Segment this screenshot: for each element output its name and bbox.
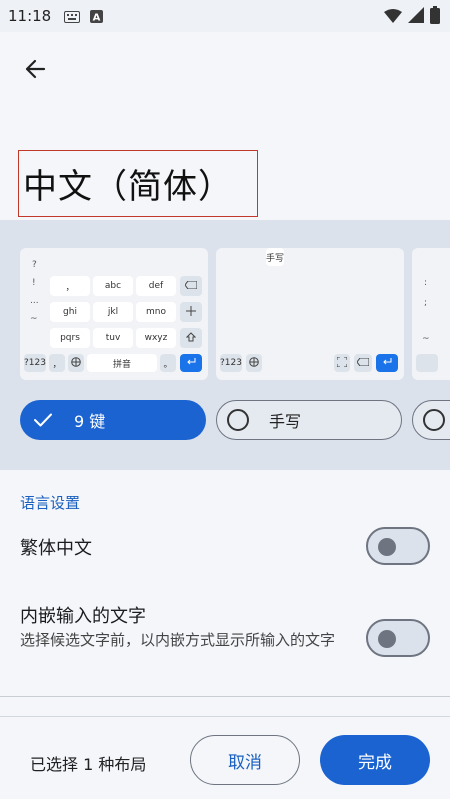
layout-chip-handwriting[interactable]: 手写: [216, 400, 402, 440]
page-title: 中文（简体）: [23, 167, 233, 207]
toggle-knob: [378, 630, 396, 648]
radio-unchecked-icon: [227, 409, 249, 431]
toggle-inline-text[interactable]: [366, 619, 430, 657]
status-bar: 11:18 A: [0, 0, 450, 32]
battery-icon: [430, 6, 440, 28]
cancel-button[interactable]: 取消: [190, 735, 300, 785]
toggle-traditional-chinese[interactable]: [366, 527, 430, 565]
keyboard-preview-third[interactable]: : ; ~: [412, 248, 450, 380]
enter-icon: [382, 357, 392, 369]
side-key: ~: [422, 334, 430, 344]
setting-inline-text-description: 选择候选文字前，以内嵌方式显示所输入的文字: [20, 631, 336, 649]
selected-layout-count: 已选择 1 种布局: [30, 755, 147, 774]
key: pqrs: [50, 328, 90, 348]
side-key: ?: [32, 260, 37, 270]
layout-chip-third[interactable]: [412, 400, 450, 440]
globe-icon: [71, 356, 81, 370]
status-time: 11:18: [8, 7, 52, 25]
key: jkl: [93, 302, 133, 322]
keyboard-icon: [64, 8, 80, 27]
fullscreen-icon: [336, 356, 348, 370]
signal-icon: [408, 7, 424, 27]
setting-inline-text-title: 内嵌输入的文字: [20, 606, 146, 627]
side-key: ~: [30, 314, 38, 324]
enter-icon: [186, 357, 196, 369]
key: wxyz: [136, 328, 176, 348]
globe-icon: [249, 356, 259, 370]
key: tuv: [93, 328, 133, 348]
keyboard-layout-carousel[interactable]: ? ! ... ~ ， abc def ghi jkl mno pqrs tuv…: [0, 220, 450, 470]
side-key: ;: [424, 298, 428, 308]
key: 。: [160, 354, 176, 372]
section-header-language-settings: 语言设置: [20, 494, 81, 512]
key: mno: [136, 302, 176, 322]
side-key: :: [424, 278, 428, 288]
backspace-key: [354, 354, 372, 372]
key: abc: [93, 276, 133, 296]
space-key: 手写: [266, 248, 285, 266]
move-icon: [186, 305, 196, 319]
key: ?123: [24, 354, 46, 372]
globe-key: [246, 354, 262, 372]
enter-key: [376, 354, 398, 372]
toggle-knob: [378, 538, 396, 556]
back-button[interactable]: [16, 52, 54, 90]
key: ?123: [220, 354, 242, 372]
shift-key: [180, 328, 202, 348]
shift-icon: [185, 331, 197, 345]
key: ，: [49, 354, 65, 372]
key: ，: [50, 276, 90, 296]
side-key: ...: [30, 296, 39, 306]
svg-text:A: A: [93, 13, 101, 24]
wifi-icon: [384, 8, 402, 27]
radio-unchecked-icon: [423, 409, 445, 431]
key: [416, 354, 438, 372]
divider: [0, 696, 450, 697]
backspace-key: [180, 276, 202, 296]
arrow-left-icon: [24, 58, 46, 84]
done-button[interactable]: 完成: [320, 735, 430, 785]
key: ghi: [50, 302, 90, 322]
enter-key: [180, 354, 202, 372]
layout-chip-label: 9 键: [74, 412, 106, 431]
title-highlight-box: 中文（简体）: [18, 150, 258, 217]
font-a-icon: A: [90, 8, 103, 27]
bottom-action-bar: 已选择 1 种布局 取消 完成: [0, 716, 450, 799]
layout-chip-9key[interactable]: 9 键: [20, 400, 206, 440]
space-key: 拼音: [87, 354, 157, 372]
setting-traditional-chinese-title: 繁体中文: [20, 538, 92, 559]
backspace-icon: [356, 357, 370, 369]
cursor-move-key: [180, 302, 202, 322]
backspace-icon: [184, 280, 198, 292]
check-icon: [34, 413, 52, 427]
key: def: [136, 276, 176, 296]
globe-key: [68, 354, 84, 372]
keyboard-preview-9key[interactable]: ? ! ... ~ ， abc def ghi jkl mno pqrs tuv…: [20, 248, 208, 380]
side-key: !: [32, 278, 36, 288]
fullscreen-key: [334, 354, 350, 372]
layout-chip-label: 手写: [269, 412, 302, 431]
keyboard-preview-handwriting[interactable]: ?123 手写: [216, 248, 404, 380]
